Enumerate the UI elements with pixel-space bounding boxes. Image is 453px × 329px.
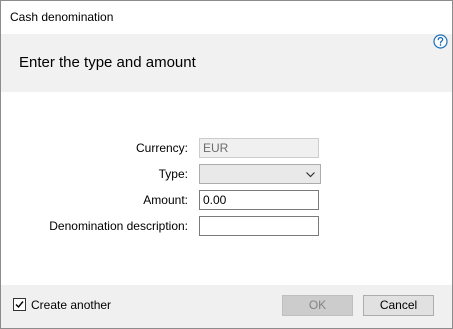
chevron-down-icon	[305, 169, 316, 180]
currency-label: Currency:	[135, 141, 188, 155]
ok-button[interactable]: OK	[282, 295, 353, 316]
amount-field[interactable]	[199, 190, 319, 210]
type-row: Type:	[1, 164, 452, 184]
currency-row: Currency:	[1, 138, 452, 158]
window-title: Cash denomination	[10, 10, 114, 24]
page-title: Enter the type and amount	[19, 54, 196, 71]
title-bar: Cash denomination	[1, 1, 452, 34]
dialog-footer: Create another OK Cancel	[1, 285, 452, 328]
help-icon[interactable]	[433, 34, 448, 49]
amount-row: Amount:	[1, 190, 452, 210]
currency-field	[199, 138, 319, 158]
amount-label: Amount:	[143, 193, 188, 207]
checkmark-icon	[15, 301, 24, 309]
denomination-form: Currency: Type: Amount: Denomination des…	[1, 92, 452, 285]
cash-denomination-dialog: Cash denomination Enter the type and amo…	[0, 0, 453, 329]
create-another-checkbox[interactable]	[13, 298, 26, 311]
cancel-button[interactable]: Cancel	[363, 295, 434, 316]
type-dropdown[interactable]	[199, 164, 321, 184]
type-label: Type:	[158, 167, 188, 181]
dialog-header: Enter the type and amount	[1, 34, 452, 92]
denomination-description-field[interactable]	[199, 216, 319, 236]
description-row: Denomination description:	[1, 216, 452, 236]
create-another-label[interactable]: Create another	[31, 298, 111, 312]
description-label: Denomination description:	[49, 219, 188, 233]
